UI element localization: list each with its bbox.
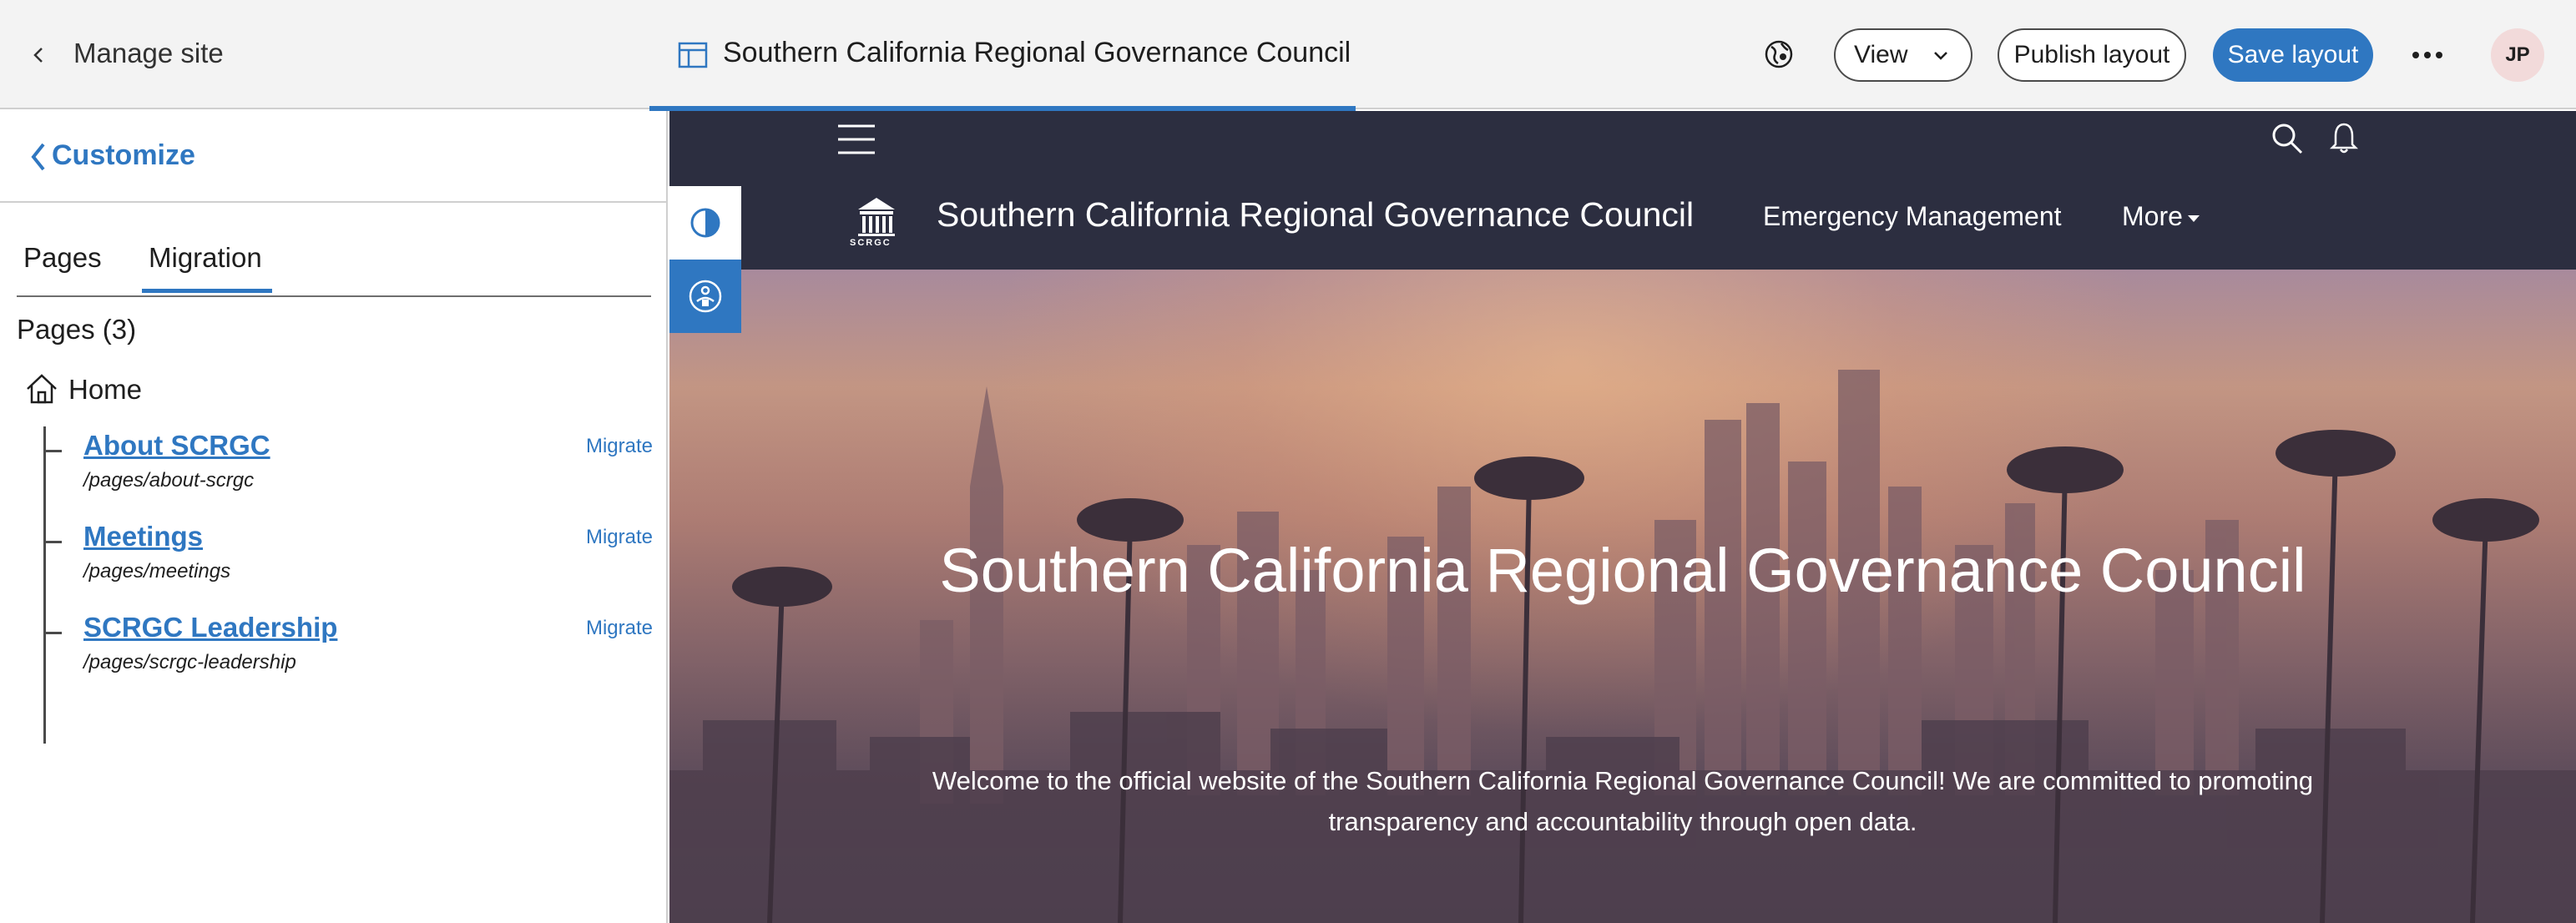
hero-banner: Southern California Regional Governance … [669,270,2576,923]
list-item: About SCRGC /pages/about-scrgc Migrate [43,430,653,505]
manage-site-link[interactable]: Manage site [73,38,224,69]
chevron-left-icon[interactable] [28,43,48,67]
nav-more-label: More [2122,201,2183,231]
accessibility-button[interactable] [669,260,741,333]
home-icon [27,374,57,404]
customize-panel: Customize Pages Migration Pages (3) Home… [0,111,668,923]
site-brand-name[interactable]: Southern California Regional Governance … [937,195,1694,235]
page-link[interactable]: About SCRGC [83,430,270,462]
tree-branch [43,541,62,543]
page-path: /pages/scrgc-leadership [83,651,296,673]
page-path: /pages/about-scrgc [83,469,255,492]
tree-branch [43,632,62,634]
accessibility-toolbar [669,186,741,333]
hero-welcome-text: Welcome to the official website of the S… [932,766,2314,836]
caret-down-icon [2187,214,2200,222]
site-preview: SCRGC Southern California Regional Gover… [669,111,2576,923]
home-label: Home [68,374,143,405]
top-bar: Manage site Southern California Regional… [0,0,2576,111]
customize-back-link[interactable]: Customize [52,139,195,172]
menu-icon[interactable] [838,123,875,156]
nav-item-emergency-management[interactable]: Emergency Management [1763,201,2062,232]
migrate-button[interactable]: Migrate [586,435,653,458]
save-layout-button[interactable]: Save layout [2213,28,2373,82]
list-item: SCRGC Leadership /pages/scrgc-leadership… [43,612,653,687]
view-dropdown-label: View [1854,41,1908,68]
page-link[interactable]: SCRGC Leadership [83,612,337,643]
migrate-button[interactable]: Migrate [586,617,653,640]
tab-pages[interactable]: Pages [23,242,102,274]
page-path: /pages/meetings [83,560,231,583]
layout-icon [678,42,708,68]
contrast-icon [690,208,720,238]
chevron-down-icon [1934,52,1947,60]
user-avatar[interactable]: JP [2491,28,2544,82]
list-item: Meetings /pages/meetings Migrate [43,521,653,596]
tree-branch [43,450,62,452]
view-dropdown[interactable]: View [1834,28,1972,82]
active-tab-indicator [142,289,272,293]
site-title-tab[interactable]: Southern California Regional Governance … [649,0,1356,111]
nav-item-more[interactable]: More [2122,201,2200,232]
search-icon[interactable] [2271,123,2303,154]
site-header: SCRGC Southern California Regional Gover… [669,111,2576,270]
site-title: Southern California Regional Governance … [723,37,1351,68]
chevron-left-icon[interactable] [30,141,47,173]
bell-icon[interactable] [2329,121,2359,154]
migrate-button[interactable]: Migrate [586,526,653,549]
customize-header[interactable]: Customize [0,111,668,203]
tab-migration[interactable]: Migration [142,242,272,293]
globe-icon[interactable] [1763,38,1795,70]
contrast-toggle-button[interactable] [669,186,741,260]
pages-count: Pages (3) [17,314,137,345]
logo-text: SCRGC [850,238,891,248]
tab-migration-label: Migration [149,242,262,273]
hero-title: Southern California Regional Governance … [939,536,2306,605]
page-link[interactable]: Meetings [83,521,203,552]
panel-tabs: Pages Migration [17,224,651,297]
accessibility-icon [689,280,722,313]
more-options-icon[interactable] [2409,38,2446,72]
publish-layout-button[interactable]: Publish layout [1998,28,2186,82]
